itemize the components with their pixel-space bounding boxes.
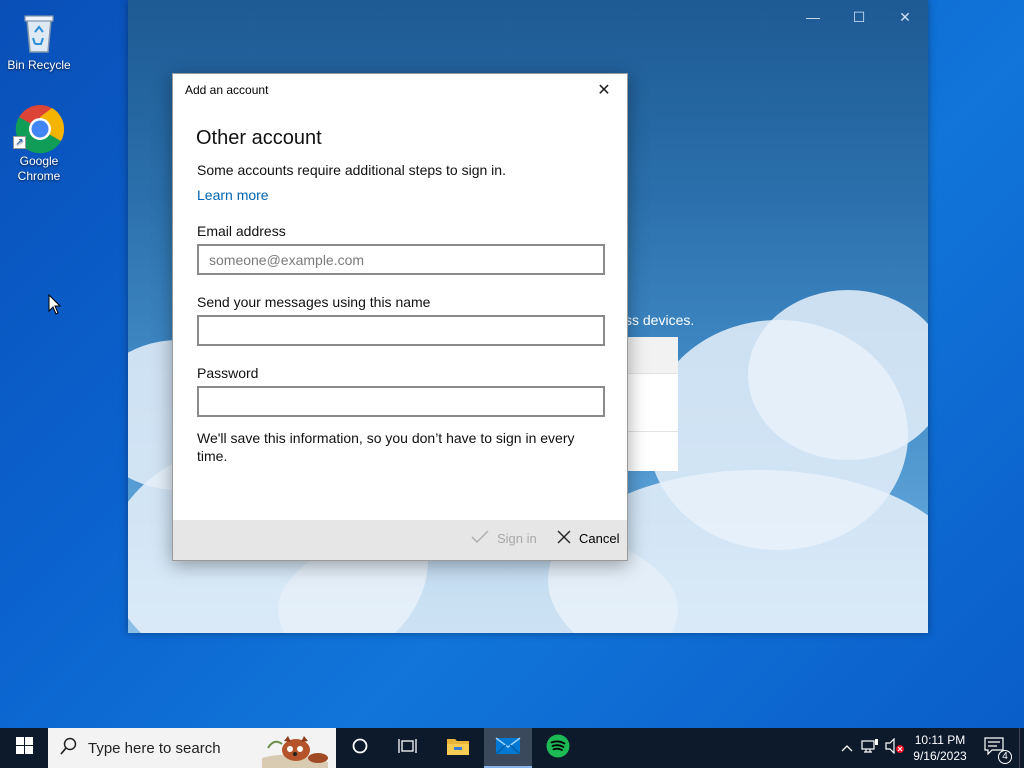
cancel-button[interactable]: Cancel [557, 530, 619, 547]
show-desktop-button[interactable] [1019, 728, 1024, 768]
close-window-button[interactable]: ✕ [894, 8, 916, 26]
clock-date: 9/16/2023 [913, 749, 967, 763]
file-explorer-button[interactable] [434, 728, 482, 768]
checkmark-icon [471, 530, 489, 547]
cortana-button[interactable] [336, 728, 384, 768]
sign-in-button[interactable]: Sign in [471, 530, 537, 547]
notification-count-badge: 4 [998, 749, 1012, 764]
email-label: Email address [197, 223, 286, 239]
add-account-dialog: Add an account ✕ Other account Some acco… [172, 73, 628, 561]
page-title: Other account [196, 127, 322, 149]
red-panda-search-highlight-icon [260, 728, 330, 768]
dialog-footer: Sign in Cancel [173, 520, 627, 560]
dialog-description: Some accounts require additional steps t… [197, 162, 506, 178]
volume-button[interactable] [884, 728, 906, 768]
cancel-label: Cancel [579, 531, 620, 546]
search-box[interactable]: Type here to search [48, 728, 336, 768]
email-field[interactable] [197, 244, 605, 275]
task-view-icon [398, 738, 418, 759]
save-info-note: We'll save this information, so you don’… [197, 430, 575, 464]
clock[interactable]: 10:11 PM 9/16/2023 [908, 728, 972, 768]
display-name-field[interactable] [197, 315, 605, 346]
desktop-icon-google-chrome[interactable]: ↗ Google Chrome [3, 104, 75, 184]
learn-more-link[interactable]: Learn more [197, 187, 269, 203]
task-view-button[interactable] [384, 728, 432, 768]
dialog-close-button[interactable]: ✕ [593, 81, 615, 101]
spotify-icon [546, 734, 570, 763]
file-explorer-icon [446, 736, 470, 761]
minimize-button[interactable]: — [802, 8, 824, 26]
mail-icon [495, 735, 521, 760]
volume-muted-icon [885, 737, 905, 759]
network-status-button[interactable] [860, 728, 880, 768]
password-field[interactable] [197, 386, 605, 417]
desktop-icon-recycle-bin[interactable]: Bin Recycle [3, 8, 75, 73]
chevron-up-icon [841, 739, 853, 757]
chrome-icon: ↗ [13, 104, 65, 154]
desktop-icon-label: Bin Recycle [7, 58, 71, 72]
notification-icon: 4 [984, 736, 1012, 764]
show-hidden-icons-button[interactable] [838, 728, 856, 768]
maximize-button[interactable]: ☐ [848, 8, 870, 26]
sign-in-label: Sign in [497, 531, 537, 546]
cortana-icon [352, 738, 368, 759]
network-icon [861, 738, 879, 759]
clock-time: 10:11 PM [914, 733, 966, 747]
mouse-cursor-icon [48, 293, 62, 316]
recycle-bin-icon [15, 8, 63, 56]
search-placeholder: Type here to search [88, 739, 221, 757]
account-list-card [628, 337, 678, 471]
search-icon [60, 737, 78, 760]
windows-logo-icon [15, 737, 33, 759]
shortcut-arrow-icon: ↗ [13, 136, 26, 149]
action-center-button[interactable]: 4 [976, 728, 1012, 768]
start-button[interactable] [0, 728, 48, 768]
dialog-title: Add an account [185, 83, 269, 97]
mail-app-button[interactable] [484, 728, 532, 768]
taskbar: Type here to search 10:11 PM 9/16/2023 4 [0, 728, 1024, 768]
background-subtitle: ss devices. [625, 312, 695, 328]
password-label: Password [197, 365, 259, 381]
display-name-label: Send your messages using this name [197, 294, 431, 310]
cancel-x-icon [557, 530, 571, 547]
desktop-icon-label: Google Chrome [17, 154, 61, 183]
spotify-button[interactable] [534, 728, 582, 768]
